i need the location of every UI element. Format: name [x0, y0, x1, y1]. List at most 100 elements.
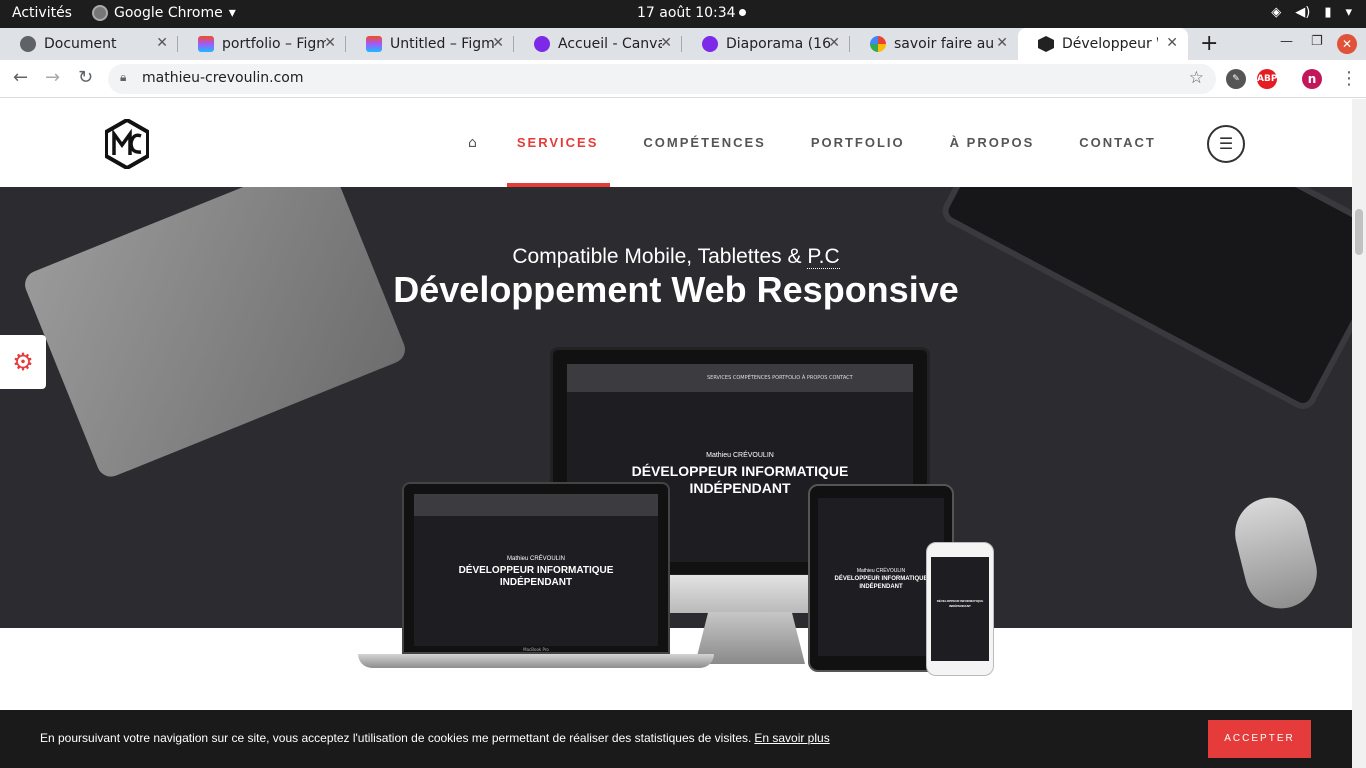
mockup-name: Mathieu CRÉVOULIN	[706, 452, 774, 459]
macbook-screen: Mathieu CRÉVOULIN DÉVELOPPEUR INFORMATIQ…	[414, 494, 658, 646]
url-text[interactable]: mathieu-crevoulin.com	[142, 70, 304, 86]
mc-logo-icon	[104, 117, 150, 171]
hero-subtitle-text: Compatible Mobile, Tablettes &	[512, 245, 808, 268]
nav-a-propos[interactable]: À PROPOS	[950, 99, 1035, 187]
clock-text: 17 août 10:34	[637, 5, 736, 21]
tab-label: portfolio – Figma	[222, 36, 326, 52]
mockup-headline: INDÉPENDANT	[499, 577, 573, 588]
system-tray[interactable]: ◈ ◀) ▮ ▾	[1271, 5, 1352, 20]
hero-title: Développement Web Responsive	[393, 269, 959, 310]
mockup-headline: INDÉPENDANT	[949, 604, 971, 608]
forward-arrow-icon[interactable]: →	[45, 67, 60, 88]
nav-competences[interactable]: COMPÉTENCES	[643, 99, 765, 187]
gear-icon: ⚙	[12, 348, 34, 376]
tab-label: Untitled – Figma	[390, 36, 494, 52]
tab-strip: Document ✕ portfolio – Figma ✕ Untitled …	[0, 28, 1366, 60]
imac-chin	[669, 575, 809, 613]
macbook-label: MacBook Pro	[523, 647, 549, 652]
volume-icon: ◀)	[1295, 5, 1311, 20]
mini-nav: SERVICES COMPÉTENCES PORTFOLIO À PROPOS …	[567, 364, 913, 392]
app-name: Google Chrome	[114, 5, 223, 21]
address-bar[interactable]: 🔒︎ mathieu-crevoulin.com ☆	[108, 64, 1216, 94]
accept-cookies-button[interactable]: ACCEPTER	[1208, 720, 1311, 758]
tab-figma-untitled[interactable]: Untitled – Figma ✕	[346, 28, 514, 60]
mockup-name: Mathieu CRÉVOULIN	[506, 556, 566, 562]
back-arrow-icon[interactable]: ←	[13, 67, 28, 88]
reload-icon[interactable]: ↻	[78, 67, 93, 88]
bookmark-star-icon[interactable]: ☆	[1189, 68, 1204, 88]
extension-eyedropper-icon[interactable]: ✎	[1226, 69, 1246, 89]
maximize-icon[interactable]: ❐	[1311, 34, 1323, 49]
nav-services[interactable]: SERVICES	[506, 99, 610, 187]
tab-label: Accueil - Canva	[558, 36, 662, 52]
mockup-headline: DÉVELOPPEUR INFORMATIQUE	[936, 599, 984, 603]
tab-label: Développeur W	[1062, 36, 1158, 52]
notification-dot-icon	[738, 9, 746, 16]
settings-panel-toggle[interactable]: ⚙	[0, 335, 46, 389]
nav-portfolio[interactable]: PORTFOLIO	[811, 99, 905, 187]
site-logo[interactable]	[104, 117, 150, 173]
site-logo-icon	[1038, 36, 1054, 52]
tab-canva-accueil[interactable]: Accueil - Canva ✕	[514, 28, 682, 60]
adblock-icon[interactable]: ABP	[1257, 69, 1277, 89]
chrome-icon	[92, 5, 108, 21]
lock-icon[interactable]: 🔒︎	[120, 70, 126, 85]
iphone-mockup: DÉVELOPPEUR INFORMATIQUE INDÉPENDANT	[926, 542, 994, 676]
tab-document[interactable]: Document ✕	[0, 28, 178, 60]
system-top-bar: Activités Google Chrome ▾ 17 août 10:34 …	[0, 0, 1366, 28]
cookie-banner: En poursuivant votre navigation sur ce s…	[0, 710, 1352, 768]
cookie-message: En poursuivant votre navigation sur ce s…	[40, 731, 752, 745]
app-menu[interactable]: Google Chrome ▾	[92, 5, 236, 21]
tab-developpeur-web[interactable]: Développeur W ✕	[1018, 28, 1188, 60]
minimize-icon[interactable]: —	[1280, 34, 1293, 49]
hero-subtitle: Compatible Mobile, Tablettes & P.C	[0, 245, 1352, 269]
cookie-learn-more-link[interactable]: En savoir plus	[754, 731, 829, 745]
google-icon	[870, 36, 886, 52]
kebab-menu-icon[interactable]: ⋮	[1340, 68, 1358, 89]
tab-figma-portfolio[interactable]: portfolio – Figma ✕	[178, 28, 346, 60]
browser-toolbar: ← → ↻ 🔒︎ mathieu-crevoulin.com ☆ ✎ ABP n…	[0, 60, 1366, 98]
close-icon[interactable]: ✕	[828, 35, 840, 51]
system-clock[interactable]: 17 août 10:34	[637, 5, 746, 21]
profile-avatar[interactable]: n	[1302, 69, 1322, 89]
hero-subtitle-pc: P.C	[807, 245, 840, 269]
mini-nav	[414, 494, 658, 516]
close-icon[interactable]: ✕	[1166, 35, 1178, 51]
home-icon[interactable]: ⌂	[468, 135, 477, 151]
close-icon[interactable]: ✕	[156, 35, 168, 51]
nav-contact[interactable]: CONTACT	[1079, 99, 1156, 187]
battery-icon: ▮	[1324, 5, 1332, 20]
tab-canva-diaporama[interactable]: Diaporama (16:9) ✕	[682, 28, 850, 60]
figma-icon	[198, 36, 214, 52]
chevron-down-icon: ▾	[228, 5, 236, 21]
mockup-headline: DÉVELOPPEUR INFORMATIQUE	[458, 565, 614, 576]
chevron-down-icon: ▾	[1345, 5, 1352, 20]
window-close-button[interactable]: ✕	[1337, 34, 1357, 54]
canva-icon	[702, 36, 718, 52]
close-icon[interactable]: ✕	[996, 35, 1008, 51]
scrollbar-thumb[interactable]	[1355, 209, 1363, 255]
close-icon[interactable]: ✕	[492, 35, 504, 51]
tab-google-search[interactable]: savoir faire au p ✕	[850, 28, 1018, 60]
menu-icon: ☰	[1218, 134, 1234, 153]
decorative-laptop	[20, 187, 410, 481]
close-icon[interactable]: ✕	[324, 35, 336, 51]
tab-label: savoir faire au p	[894, 36, 998, 52]
iphone-screen: DÉVELOPPEUR INFORMATIQUE INDÉPENDANT	[931, 557, 989, 661]
menu-toggle-button[interactable]: ☰	[1207, 125, 1245, 163]
tab-label: Diaporama (16:9)	[726, 36, 830, 52]
new-tab-button[interactable]: +	[1200, 31, 1218, 56]
activities-button[interactable]: Activités	[12, 5, 72, 21]
figma-icon	[366, 36, 382, 52]
main-nav: ⌂ SERVICES COMPÉTENCES PORTFOLIO À PROPO…	[450, 99, 1201, 187]
chrome-icon	[20, 36, 36, 52]
macbook-base	[358, 654, 714, 668]
webpage: ⌂ SERVICES COMPÉTENCES PORTFOLIO À PROPO…	[0, 99, 1352, 768]
page-scrollbar[interactable]	[1352, 99, 1366, 768]
wifi-icon: ◈	[1271, 5, 1282, 20]
mockup-headline: DÉVELOPPEUR INFORMATIQUE	[631, 463, 849, 479]
canva-icon	[534, 36, 550, 52]
close-icon[interactable]: ✕	[660, 35, 672, 51]
tab-label: Document	[44, 36, 117, 52]
decorative-mouse	[1227, 489, 1325, 617]
